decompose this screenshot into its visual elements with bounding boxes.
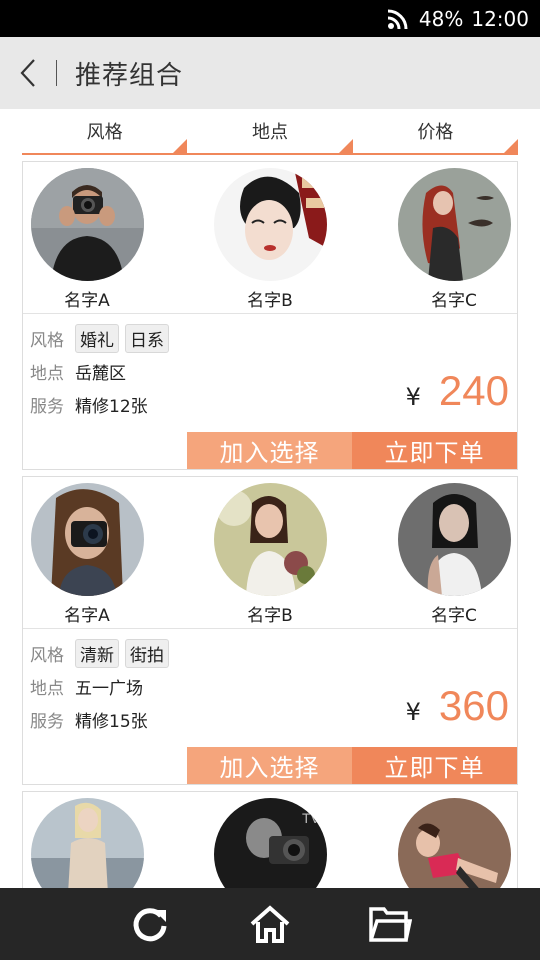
- style-tag: 清新: [75, 639, 119, 668]
- card-actions: 加入选择 立即下单: [187, 432, 517, 469]
- location-value: 五一广场: [75, 679, 143, 699]
- style-label: 风格: [30, 646, 64, 666]
- price-value: 240: [438, 367, 509, 414]
- person-item[interactable]: 名字C: [374, 168, 534, 311]
- person-name: 名字B: [247, 606, 293, 626]
- nav-divider: [56, 60, 57, 86]
- people-row: 名字A 名字B 名字C: [23, 162, 517, 314]
- clock: 12:00: [471, 6, 529, 31]
- person-item[interactable]: 名字A: [7, 168, 167, 311]
- person-name: 名字C: [431, 606, 477, 626]
- add-to-selection-button[interactable]: 加入选择: [187, 747, 352, 784]
- avatar: [397, 483, 511, 596]
- add-to-selection-button[interactable]: 加入选择: [187, 432, 352, 469]
- avatar: [30, 483, 144, 596]
- service-value: 精修12张: [75, 397, 148, 417]
- price: ¥ 240: [406, 367, 509, 415]
- service-row: 服务 精修12张: [30, 388, 175, 421]
- dropdown-triangle-icon: [173, 139, 188, 153]
- dropdown-triangle-icon: [503, 139, 518, 153]
- filter-label: 地点: [251, 122, 288, 143]
- svg-text:TV: TV: [302, 810, 321, 826]
- status-bar: 48% 12:00: [0, 0, 540, 37]
- price-value: 360: [438, 682, 509, 729]
- person-item[interactable]: 名字C: [374, 483, 534, 626]
- dropdown-triangle-icon: [338, 139, 353, 153]
- combo-info: 风格 婚礼 日系 地点 岳麓区 服务 精修12张: [30, 322, 175, 421]
- combo-card: 名字A 名字B: [22, 476, 518, 785]
- location-row: 地点 岳麓区: [30, 355, 175, 388]
- service-row: 服务 精修15张: [30, 703, 175, 736]
- filter-price-tab[interactable]: 价格: [352, 109, 518, 155]
- person-item[interactable]: [7, 798, 167, 888]
- style-row: 风格 清新 街拍: [30, 637, 175, 670]
- refresh-icon: [133, 908, 167, 942]
- folder-button[interactable]: [360, 894, 420, 954]
- bottom-bar: [0, 888, 540, 960]
- avatar: [213, 168, 327, 281]
- content-scroll[interactable]: 风格 地点 价格 名字A 名字B 名字C 风格 婚礼 日系 地点 岳麓区 服务 …: [0, 109, 540, 888]
- person-item[interactable]: 名字B: [190, 483, 350, 626]
- people-row: 名字A 名字B 名字C: [23, 477, 517, 629]
- order-now-button[interactable]: 立即下单: [352, 747, 517, 784]
- avatar: [30, 798, 144, 888]
- filter-bar: 风格 地点 价格: [22, 109, 518, 155]
- card-actions: 加入选择 立即下单: [187, 747, 517, 784]
- style-tag: 婚礼: [75, 324, 119, 353]
- filter-label: 风格: [86, 122, 123, 143]
- back-button[interactable]: [0, 37, 56, 109]
- person-name: 名字A: [64, 606, 110, 626]
- order-now-button[interactable]: 立即下单: [352, 432, 517, 469]
- person-item[interactable]: [374, 798, 534, 888]
- avatar: [213, 483, 327, 596]
- style-label: 风格: [30, 331, 64, 351]
- filter-style-tab[interactable]: 风格: [22, 109, 188, 155]
- person-name: 名字B: [247, 291, 293, 311]
- style-row: 风格 婚礼 日系: [30, 322, 175, 355]
- location-label: 地点: [30, 364, 64, 384]
- avatar: [397, 168, 511, 281]
- home-icon: [250, 905, 290, 943]
- style-tag: 日系: [125, 324, 169, 353]
- service-value: 精修15张: [75, 712, 148, 732]
- service-label: 服务: [30, 397, 64, 417]
- avatar: [397, 798, 511, 888]
- service-label: 服务: [30, 712, 64, 732]
- person-item[interactable]: 名字A: [7, 483, 167, 626]
- refresh-button[interactable]: [120, 894, 180, 954]
- combo-card: 名字A 名字B: [22, 161, 518, 470]
- combo-card: TV: [22, 791, 518, 888]
- filter-location-tab[interactable]: 地点: [187, 109, 353, 155]
- person-name: 名字C: [431, 291, 477, 311]
- location-row: 地点 五一广场: [30, 670, 175, 703]
- folder-icon: [369, 907, 412, 942]
- page-title: 推荐组合: [75, 60, 184, 91]
- battery-level: 48%: [418, 6, 464, 31]
- avatar: TV: [213, 798, 327, 888]
- style-tag: 街拍: [125, 639, 169, 668]
- currency-symbol: ¥: [405, 383, 421, 411]
- people-row: TV: [23, 792, 517, 888]
- currency-symbol: ¥: [405, 698, 421, 726]
- person-item[interactable]: 名字B: [190, 168, 350, 311]
- location-label: 地点: [30, 679, 64, 699]
- price: ¥ 360: [406, 682, 509, 730]
- back-arrow-icon: [20, 59, 35, 87]
- filter-label: 价格: [417, 122, 454, 143]
- avatar: [30, 168, 144, 281]
- nav-bar: 推荐组合: [0, 37, 540, 109]
- location-value: 岳麓区: [75, 364, 126, 384]
- combo-info: 风格 清新 街拍 地点 五一广场 服务 精修15张: [30, 637, 175, 736]
- wifi-icon: [387, 9, 408, 29]
- person-name: 名字A: [64, 291, 110, 311]
- home-button[interactable]: [240, 894, 300, 954]
- person-item[interactable]: TV: [190, 798, 350, 888]
